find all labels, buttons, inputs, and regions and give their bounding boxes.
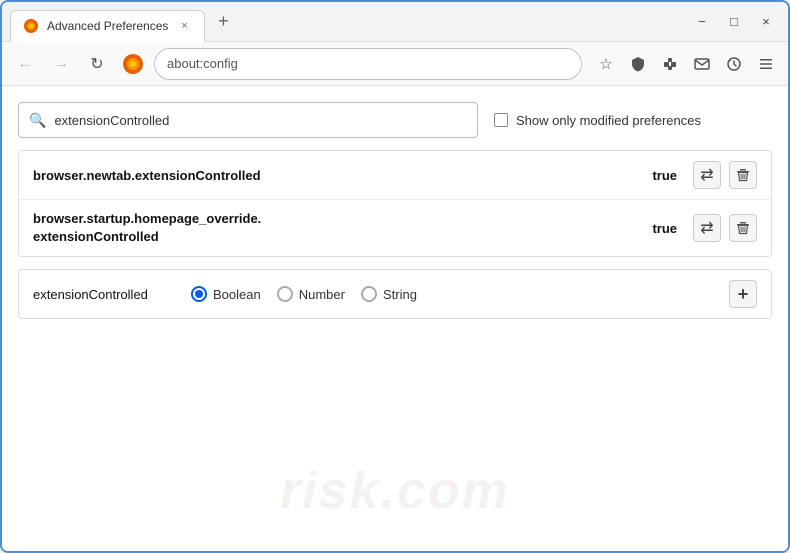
show-modified-checkbox-label[interactable]: Show only modified preferences [494,113,701,128]
preference-actions: ⇄ [693,161,757,189]
preferences-table: browser.newtab.extensionControlled true … [18,150,772,257]
radio-boolean[interactable]: Boolean [191,286,261,302]
new-preference-name: extensionControlled [33,287,183,302]
maximize-button[interactable]: □ [720,8,748,36]
preference-name-line1: browser.startup.homepage_override. [33,210,652,228]
radio-number[interactable]: Number [277,286,345,302]
toggle-button[interactable]: ⇄ [693,214,721,242]
preference-name: browser.startup.homepage_override. exten… [33,210,652,246]
preference-value: true [652,221,677,236]
nav-icons: ☆ [592,50,780,78]
watermark: risk.com [280,461,510,521]
tab-title: Advanced Preferences [47,19,168,33]
add-preference-button[interactable]: + [729,280,757,308]
preference-actions: ⇄ [693,214,757,242]
close-button[interactable]: × [752,8,780,36]
title-bar: Advanced Preferences × + − □ × [2,2,788,42]
extension-icon[interactable] [656,50,684,78]
browser-tab[interactable]: Advanced Preferences × [10,10,205,42]
radio-string-label: String [383,287,417,302]
radio-boolean-circle[interactable] [191,286,207,302]
type-radio-group: Boolean Number String [191,286,721,302]
add-preference-row: extensionControlled Boolean Number Strin… [18,269,772,319]
firefox-logo [122,53,144,75]
forward-button[interactable]: → [46,49,76,79]
delete-button[interactable] [729,161,757,189]
radio-string[interactable]: String [361,286,417,302]
back-button[interactable]: ← [10,49,40,79]
menu-icon[interactable] [752,50,780,78]
search-box: 🔍 [18,102,478,138]
radio-string-circle[interactable] [361,286,377,302]
content-area: 🔍 Show only modified preferences browser… [2,86,788,551]
navigation-bar: ← → ↻ about:config ☆ [2,42,788,86]
preference-name: browser.newtab.extensionControlled [33,168,652,183]
shield-icon[interactable] [624,50,652,78]
bookmark-icon[interactable]: ☆ [592,50,620,78]
search-icon: 🔍 [29,112,46,129]
preference-value: true [652,168,677,183]
history-icon[interactable] [720,50,748,78]
minimize-button[interactable]: − [688,8,716,36]
address-bar[interactable]: about:config [154,48,582,80]
window-controls: − □ × [688,8,780,36]
mail-icon[interactable] [688,50,716,78]
table-row: browser.newtab.extensionControlled true … [19,151,771,200]
radio-number-label: Number [299,287,345,302]
radio-number-circle[interactable] [277,286,293,302]
radio-boolean-label: Boolean [213,287,261,302]
delete-button[interactable] [729,214,757,242]
tab-close-button[interactable]: × [176,18,192,34]
search-input[interactable] [54,113,467,128]
table-row: browser.startup.homepage_override. exten… [19,200,771,256]
preference-name-line2: extensionControlled [33,228,652,246]
browser-window: Advanced Preferences × + − □ × ← → ↻ abo… [0,0,790,553]
address-text: about:config [167,56,238,71]
show-modified-label: Show only modified preferences [516,113,701,128]
search-row: 🔍 Show only modified preferences [18,102,772,138]
tab-favicon [23,18,39,34]
show-modified-checkbox[interactable] [494,113,508,127]
toggle-button[interactable]: ⇄ [693,161,721,189]
refresh-button[interactable]: ↻ [82,49,112,79]
new-tab-button[interactable]: + [209,8,237,36]
